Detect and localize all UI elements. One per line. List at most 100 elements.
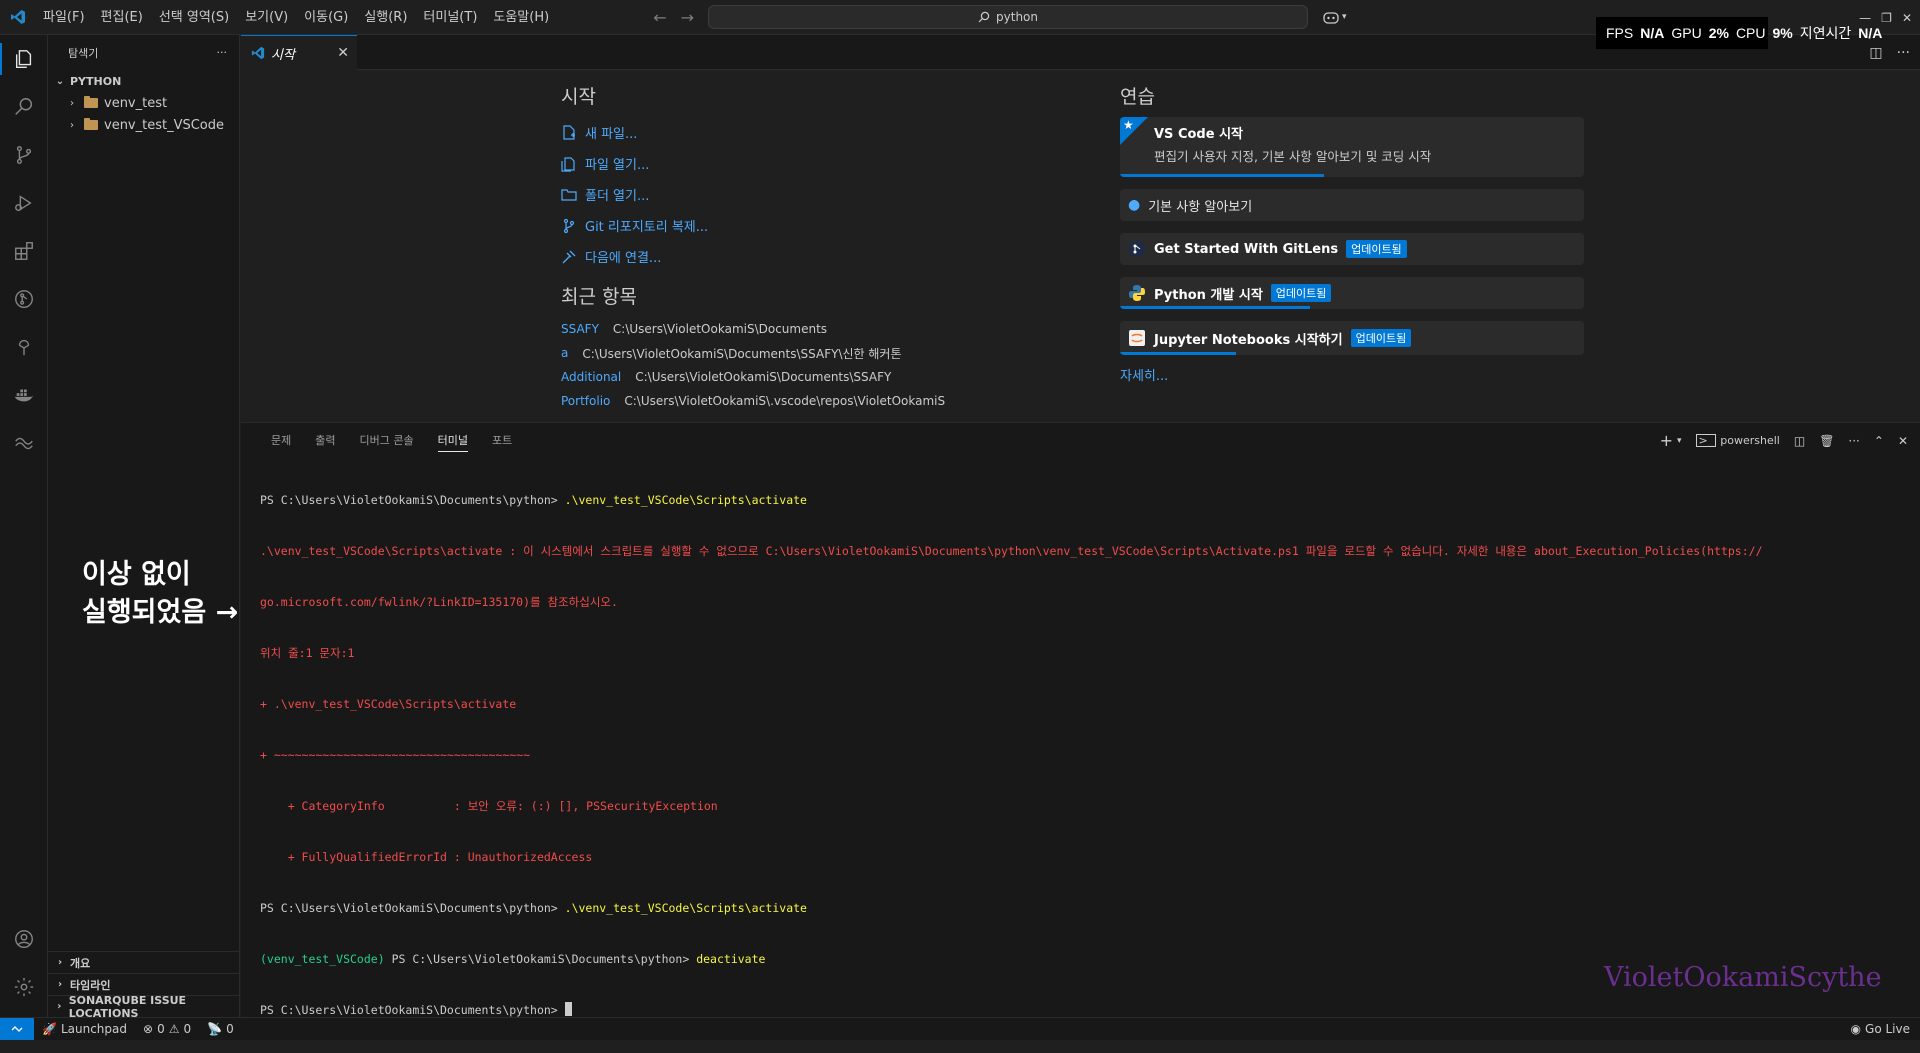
command-center-search[interactable]: python	[708, 5, 1309, 29]
menu-go[interactable]: 이동(G)	[296, 0, 356, 35]
copilot-menu[interactable]: ▾	[1322, 10, 1347, 24]
walkthrough-title: VS Code 시작	[1154, 127, 1243, 142]
updated-badge: 업데이트됨	[1350, 329, 1412, 347]
connect-to-link[interactable]: 다음에 연결...	[561, 241, 981, 272]
run-debug-icon[interactable]	[0, 179, 48, 227]
outline-label: 개요	[70, 956, 91, 970]
trash-icon[interactable]: 🗑	[1819, 434, 1834, 448]
terminal-command: deactivate	[696, 952, 766, 966]
sonarqube-section[interactable]: › SONARQUBE ISSUE LOCATIONS	[48, 994, 239, 1020]
go-live-status[interactable]: ◉ Go Live	[1843, 1022, 1920, 1036]
split-editor-icon[interactable]: ◫	[1869, 45, 1882, 61]
terminal-prompt: PS C:\Users\VioletOokamiS\Documents\pyth…	[260, 493, 565, 507]
account-icon[interactable]	[0, 915, 48, 963]
walkthrough-gitlens[interactable]: Get Started With GitLens 업데이트됨	[1120, 233, 1584, 265]
source-control-icon[interactable]	[0, 131, 48, 179]
problems-status[interactable]: ⊗ 0 ⚠ 0	[135, 1022, 199, 1036]
remote-connect-icon	[561, 249, 577, 265]
latency-label: 지연시간	[1799, 25, 1852, 41]
recent-link[interactable]: a	[561, 346, 568, 360]
timeline-section[interactable]: › 타임라인	[48, 973, 239, 995]
tree-view-icon[interactable]	[0, 323, 48, 371]
walkthrough-python[interactable]: Python 개발 시작 업데이트됨	[1120, 277, 1584, 309]
menu-selection[interactable]: 선택 영역(S)	[151, 0, 237, 35]
launchpad-status[interactable]: 🚀 Launchpad	[34, 1022, 135, 1036]
open-file-link[interactable]: 파일 열기...	[561, 148, 981, 179]
tab-debug-console[interactable]: 디버그 콘솔	[348, 423, 426, 458]
cpu-value: 9%	[1772, 25, 1793, 41]
extensions-icon[interactable]	[0, 227, 48, 275]
more-actions-icon[interactable]: ···	[217, 46, 228, 59]
gear-icon[interactable]	[0, 963, 48, 1011]
new-terminal-icon[interactable]: +	[1660, 431, 1673, 450]
terminal-error-line: + FullyQualifiedErrorId : UnauthorizedAc…	[260, 850, 593, 864]
bottom-panel: 문제 출력 디버그 콘솔 터미널 포트 + ▾ >_ powershell ◫ …	[241, 422, 1920, 1017]
explorer-icon[interactable]	[0, 35, 48, 83]
walkthrough-progress	[1120, 306, 1311, 309]
menu-terminal[interactable]: 터미널(T)	[415, 0, 485, 35]
workspace-root[interactable]: ⌄ PYTHON	[48, 70, 239, 92]
walkthrough-basics[interactable]: ● 기본 사항 알아보기	[1120, 189, 1584, 221]
vscode-tab-icon	[251, 46, 265, 60]
maximize-panel-icon[interactable]: ⌃	[1874, 434, 1884, 448]
recent-link[interactable]: Portfolio	[561, 394, 610, 408]
error-count: 0	[157, 1022, 165, 1036]
open-folder-label: 폴더 열기...	[585, 189, 650, 204]
menu-run[interactable]: 실행(R)	[356, 0, 415, 35]
close-icon[interactable]: ✕	[337, 45, 349, 61]
tab-problems[interactable]: 문제	[259, 423, 303, 458]
terminal-error-line: go.microsoft.com/fwlink/?LinkID=135170)를…	[260, 595, 618, 609]
new-file-link[interactable]: 새 파일...	[561, 117, 981, 148]
clone-repo-link[interactable]: Git 리포지토리 복제...	[561, 210, 981, 241]
menu-view[interactable]: 보기(V)	[237, 0, 296, 35]
tree-folder-venv-test[interactable]: › venv_test	[48, 92, 239, 114]
forward-arrow-icon[interactable]: →	[681, 8, 694, 27]
more-actions-icon[interactable]: ···	[1848, 434, 1859, 448]
tree-folder-venv-test-vscode[interactable]: › venv_test_VSCode	[48, 114, 239, 136]
terminal-error-line: .\venv_test_VSCode\Scripts\activate : 이 …	[260, 544, 1763, 558]
walkthrough-jupyter[interactable]: Jupyter Notebooks 시작하기 업데이트됨	[1120, 321, 1584, 355]
recent-link[interactable]: Additional	[561, 370, 621, 384]
terminal-error-line: + ~~~~~~~~~~~~~~~~~~~~~~~~~~~~~~~~~~~~~	[260, 748, 531, 762]
watermark: VioletOokamiScythe	[1604, 962, 1882, 993]
more-actions-icon[interactable]: ···	[1897, 45, 1910, 61]
gitlens-icon[interactable]	[0, 275, 48, 323]
close-window-icon[interactable]: ✕	[1902, 11, 1912, 25]
panel-actions: + ▾ >_ powershell ◫ 🗑 ··· ⌃ ✕	[1660, 423, 1908, 458]
walkthrough-title: 기본 사항 알아보기	[1148, 199, 1253, 215]
menu-edit[interactable]: 편집(E)	[93, 0, 151, 35]
open-folder-link[interactable]: 폴더 열기...	[561, 179, 981, 210]
new-file-label: 새 파일...	[585, 127, 638, 142]
python-icon	[1129, 285, 1145, 301]
docker-icon[interactable]	[0, 371, 48, 419]
menu-file[interactable]: 파일(F)	[35, 0, 93, 35]
menu-help[interactable]: 도움말(H)	[485, 0, 557, 35]
minimize-icon[interactable]: —	[1859, 11, 1871, 25]
close-panel-icon[interactable]: ✕	[1898, 434, 1908, 448]
search-icon	[978, 11, 990, 23]
terminal-shell-indicator[interactable]: >_ powershell	[1695, 434, 1780, 447]
walkthrough-vscode[interactable]: ★ VS Code 시작 편집기 사용자 지정, 기본 사항 알아보기 및 코딩…	[1120, 117, 1584, 177]
chevron-down-icon[interactable]: ▾	[1677, 436, 1682, 446]
recent-link[interactable]: SSAFY	[561, 322, 599, 336]
chevron-right-icon: ›	[57, 979, 63, 990]
remote-indicator-icon[interactable]	[0, 1018, 34, 1040]
ports-status[interactable]: 📡 0	[199, 1022, 242, 1036]
more-walkthroughs-link[interactable]: 자세히...	[1120, 365, 1584, 384]
terminal-prompt: PS C:\Users\VioletOokamiS\Documents\pyth…	[260, 1003, 565, 1017]
back-arrow-icon[interactable]: ←	[653, 8, 666, 27]
updated-badge: 업데이트됨	[1270, 284, 1332, 302]
tab-ports[interactable]: 포트	[480, 423, 524, 458]
welcome-left-column: 시작 새 파일... 파일 열기... 폴더 열기... Git 리포지토리 복…	[561, 82, 981, 413]
search-icon[interactable]	[0, 83, 48, 131]
tab-welcome[interactable]: 시작 ✕	[241, 35, 357, 70]
jupyter-icon	[1129, 330, 1145, 346]
terminal-line: PS C:\Users\VioletOokamiS\Documents\pyth…	[260, 492, 1900, 509]
wave-icon[interactable]	[0, 419, 48, 467]
outline-section[interactable]: › 개요	[48, 951, 239, 973]
tab-output[interactable]: 출력	[303, 423, 347, 458]
split-terminal-icon[interactable]: ◫	[1794, 434, 1805, 448]
restore-icon[interactable]: ❐	[1881, 11, 1892, 25]
tab-terminal[interactable]: 터미널	[426, 423, 480, 458]
walkthrough-progress	[1120, 352, 1236, 355]
